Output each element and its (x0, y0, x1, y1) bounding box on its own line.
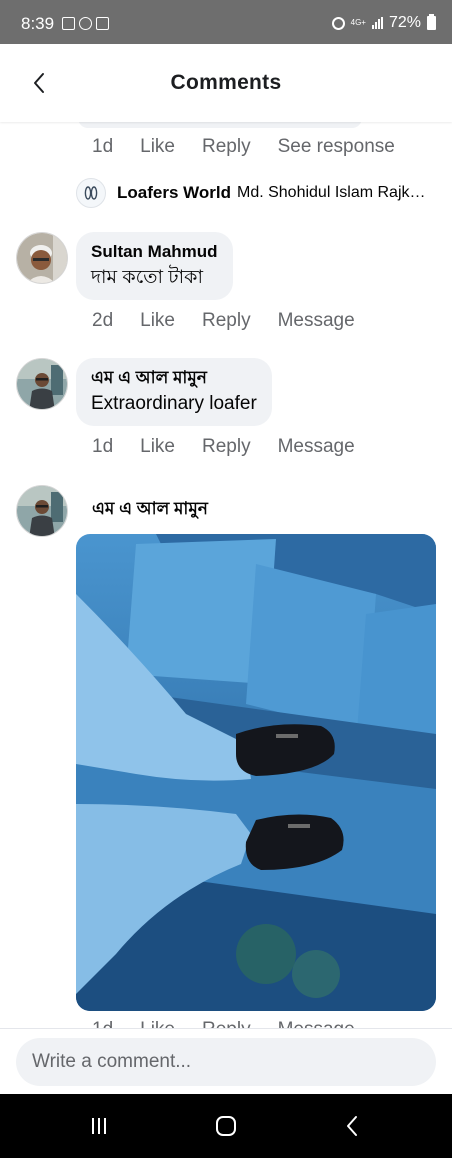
home-icon (216, 1116, 236, 1136)
profile-photo (17, 359, 67, 409)
back-nav-button[interactable] (332, 1112, 372, 1140)
message-notification-icon (96, 17, 109, 30)
avatar[interactable] (16, 358, 68, 410)
comment-author[interactable]: Sultan Mahmud (91, 241, 218, 263)
like-button[interactable]: Like (140, 136, 175, 158)
recent-apps-icon (92, 1118, 106, 1134)
comment-time: 1d (92, 1019, 113, 1028)
message-button[interactable]: Message (278, 310, 355, 332)
reply-button[interactable]: Reply (202, 1019, 251, 1028)
comment-time: 1d (92, 136, 114, 157)
comment-actions: 2d Like Reply Message (92, 310, 382, 332)
gallery-notification-icon (62, 17, 75, 30)
message-button[interactable]: Message (278, 436, 355, 458)
comment-actions: 1d Like Reply Message (92, 1019, 382, 1028)
notification-icons (62, 17, 109, 30)
avatar[interactable] (16, 232, 68, 284)
comment-photo[interactable] (76, 534, 436, 1011)
battery-percent: 72% (388, 14, 421, 31)
reply-author[interactable]: Loafers World (117, 183, 231, 203)
status-bar: 8:39 4G+ 72% (0, 0, 452, 44)
back-icon (347, 1116, 357, 1136)
loafer-shoes-image (76, 534, 436, 1011)
alarm-icon (331, 16, 345, 30)
recent-apps-button[interactable] (79, 1112, 119, 1140)
previous-comment-bubble (78, 122, 362, 128)
home-button[interactable] (206, 1112, 246, 1140)
page-title: Comments (170, 71, 282, 94)
avatar[interactable] (16, 485, 68, 537)
comments-header: Comments (0, 44, 452, 122)
see-response-button[interactable]: See response (278, 136, 395, 158)
reply-text: Md. Shohidul Islam Rajk… (236, 184, 426, 201)
comment-time: 1d (92, 436, 114, 457)
like-button[interactable]: Like (140, 310, 175, 332)
whatsapp-notification-icon (79, 17, 92, 30)
reply-button[interactable]: Reply (202, 136, 251, 158)
shoe-logo-icon (84, 186, 98, 200)
like-button[interactable]: Like (140, 1019, 175, 1028)
comment-time: 2d (92, 310, 114, 331)
comment-actions: 1d Like Reply Message (92, 436, 382, 458)
loafers-world-avatar (76, 178, 106, 208)
comment-actions: 1d Like Reply See response (92, 136, 422, 158)
comment-author[interactable]: এম এ আল মামুন (91, 367, 257, 389)
comment-text: Extraordinary loafer (91, 393, 257, 414)
profile-photo (17, 486, 67, 536)
status-time: 8:39 (21, 14, 55, 33)
comment-composer-bar (0, 1028, 452, 1094)
system-indicators: 4G+ 72% (331, 14, 436, 32)
reply-button[interactable]: Reply (202, 436, 251, 458)
comment-text: দাম কতো টাকা (91, 267, 203, 288)
network-type-label: 4G+ (350, 18, 366, 27)
message-button[interactable]: Message (278, 1019, 355, 1028)
signal-icon (371, 17, 383, 29)
reply-preview[interactable]: Loafers World Md. Shohidul Islam Rajk… (76, 178, 446, 208)
like-button[interactable]: Like (140, 436, 175, 458)
comment-author[interactable]: এম এ আল মামুন (92, 496, 208, 524)
reply-button[interactable]: Reply (202, 310, 251, 332)
system-navigation-bar (0, 1094, 452, 1158)
comment-bubble[interactable]: এম এ আল মামুন Extraordinary loafer (76, 358, 272, 426)
battery-icon (427, 14, 436, 30)
comment-bubble[interactable]: Sultan Mahmud দাম কতো টাকা (76, 232, 233, 300)
comments-feed[interactable]: 1d Like Reply See response Loafers World… (0, 122, 452, 1028)
comment-input[interactable] (16, 1038, 436, 1086)
profile-photo (17, 233, 67, 283)
